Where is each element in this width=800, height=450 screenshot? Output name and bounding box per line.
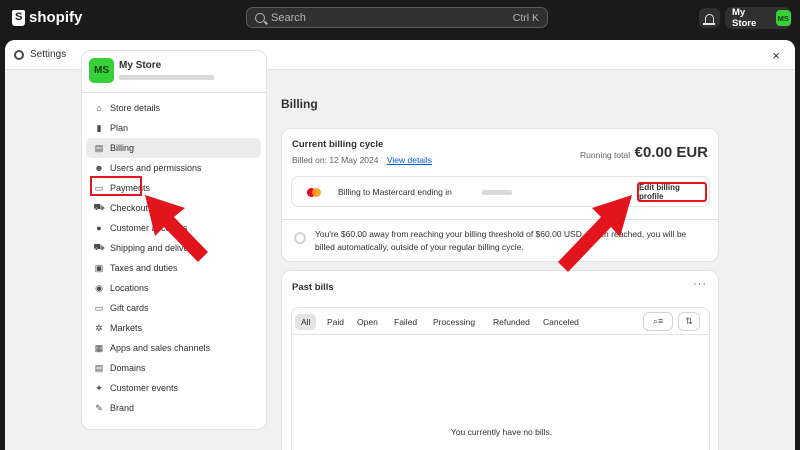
search-icon [255, 12, 265, 23]
store-avatar: MS [775, 10, 791, 26]
store-menu-label: My Store [732, 7, 757, 29]
sidebar-item-label: Customer events [110, 383, 179, 393]
globe-icon: ✲ [95, 322, 103, 333]
logo-text: shopify [29, 9, 83, 26]
tab-paid[interactable]: Paid [321, 314, 350, 330]
truck-icon: ⛟ [93, 242, 105, 252]
shopify-bag-icon [12, 9, 25, 26]
search-placeholder: Search [271, 11, 306, 24]
plan-icon: ▮ [96, 122, 102, 133]
apps-icon: ▦ [94, 342, 104, 353]
sidebar-item-brand[interactable]: ✎ Brand [82, 398, 266, 418]
payment-method-text: Billing to Mastercard ending in [338, 187, 452, 197]
bell-icon [703, 13, 715, 25]
view-details-link[interactable]: View details [387, 155, 432, 165]
progress-circle-icon [294, 232, 306, 244]
running-total-label: Running total [580, 150, 631, 160]
tab-processing[interactable]: Processing [427, 314, 481, 330]
billing-icon: ▤ [94, 142, 104, 153]
sidebar-item-billing[interactable]: ▤ Billing [86, 138, 261, 158]
store-menu-button[interactable]: My Store MS [725, 7, 791, 29]
red-arrow-billing-annotation [145, 195, 208, 262]
sidebar-item-customer-events[interactable]: ✦ Customer events [82, 378, 266, 398]
cycle-title: Current billing cycle [292, 139, 384, 150]
modal-title: Settings [30, 49, 67, 60]
store-icon: ⌂ [96, 103, 102, 113]
sidebar-item-label: Brand [110, 403, 135, 413]
sidebar-item-label: Domains [110, 363, 146, 373]
tab-failed[interactable]: Failed [388, 314, 423, 330]
bills-table-body: You currently have no bills. [291, 334, 710, 450]
divider [282, 219, 718, 220]
sidebar-item-label: Markets [110, 323, 143, 333]
cart-icon: ⛟ [93, 202, 105, 212]
sidebar-item-locations[interactable]: ◉ Locations [82, 278, 266, 298]
sidebar-item-markets[interactable]: ✲ Markets [82, 318, 266, 338]
bills-filter-bar: ⌕≡ ⇅ All Paid Open Failed Processing Refunded… [291, 307, 710, 335]
tab-canceled[interactable]: Canceled [537, 314, 585, 330]
billing-highlight-box [90, 176, 142, 196]
events-icon: ✦ [95, 382, 103, 393]
sidebar-item-store-details[interactable]: ⌂ Store details [82, 98, 266, 118]
sidebar-item-label: Locations [110, 283, 149, 293]
search-filter-icon: ⌕≡ [652, 316, 664, 326]
page-title: Billing [281, 97, 318, 111]
sidebar-item-label: Users and permissions [110, 163, 202, 173]
shopify-logo[interactable]: shopify [12, 9, 82, 26]
billing-cycle-card: Current billing cycle Billed on: 12 May … [281, 128, 719, 262]
sidebar-item-plan[interactable]: ▮ Plan [82, 118, 266, 138]
tax-icon: ▣ [94, 262, 104, 273]
more-actions-button[interactable]: ··· [693, 278, 707, 290]
sort-icon: ⇅ [685, 316, 693, 326]
mastercard-icon [307, 188, 321, 197]
sort-button[interactable]: ⇅ [678, 312, 700, 331]
brand-icon: ✎ [95, 402, 103, 413]
sidebar-item-users-and-permissions[interactable]: ☻ Users and permissions [82, 158, 266, 178]
tab-open[interactable]: Open [351, 314, 384, 330]
redacted-card-number [482, 190, 512, 195]
past-bills-title: Past bills [292, 282, 334, 293]
search-filter-button[interactable]: ⌕≡ [643, 312, 673, 331]
sidebar-store-avatar: MS [89, 58, 114, 83]
close-button[interactable]: × [772, 48, 780, 63]
sidebar-item-apps-and-sales-channels[interactable]: ▦ Apps and sales channels [82, 338, 266, 358]
billed-on-date: Billed on: 12 May 2024 [292, 155, 379, 165]
sidebar-item-label: Store details [110, 103, 161, 113]
empty-state-text: You currently have no bills. [450, 427, 553, 437]
past-bills-card: Past bills ··· ⌕≡ ⇅ All Paid Open Failed Pro… [281, 270, 719, 450]
search-bar[interactable]: Search Ctrl K [246, 7, 548, 28]
sidebar-item-domains[interactable]: ▤ Domains [82, 358, 266, 378]
sidebar-store-header[interactable]: MS My Store [82, 51, 266, 93]
billed-on-text: Billed on: 12 May 2024 View details [292, 155, 432, 165]
tab-refunded[interactable]: Refunded [487, 314, 536, 330]
running-total-value: €0.00 EUR [634, 144, 708, 161]
sidebar-item-label: Gift cards [110, 303, 149, 313]
tab-all[interactable]: All [295, 314, 317, 330]
threshold-text: You're $60.00 away from reaching your bi… [315, 229, 687, 252]
gift-card-icon: ▭ [94, 302, 104, 313]
search-shortcut: Ctrl K [512, 11, 539, 24]
payment-method-row: Billing to Mastercard ending in Edit bil… [291, 176, 710, 207]
sidebar-store-name: My Store [119, 60, 162, 71]
users-icon: ☻ [94, 163, 104, 173]
location-icon: ◉ [95, 282, 103, 293]
edit-billing-profile-button[interactable]: Edit billing profile [637, 182, 707, 202]
sidebar-item-label: Billing [110, 143, 135, 153]
notifications-button[interactable] [699, 8, 720, 28]
sidebar-item-label: Apps and sales channels [110, 343, 211, 353]
top-bar: shopify Search Ctrl K My Store MS [0, 0, 800, 36]
sidebar-item-gift-cards[interactable]: ▭ Gift cards [82, 298, 266, 318]
redacted-store-email [119, 75, 214, 80]
red-arrow-edit-billing-annotation [558, 195, 632, 272]
sidebar-item-label: Plan [110, 123, 129, 133]
gear-icon [14, 49, 24, 60]
person-icon: ● [96, 223, 102, 233]
domain-icon: ▤ [94, 362, 104, 373]
